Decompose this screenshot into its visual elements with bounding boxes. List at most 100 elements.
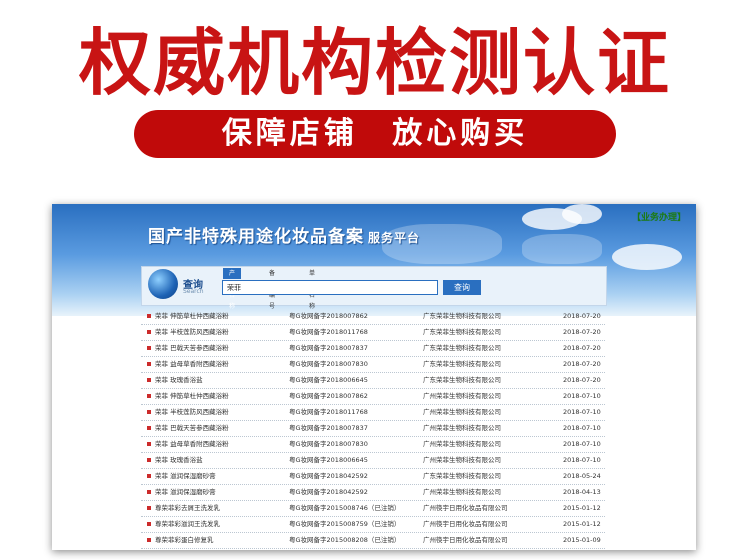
result-code: 粤G妆网备字2018011768 (289, 328, 368, 336)
bullet-icon (147, 458, 151, 462)
platform-title-sub: 服务平台 (368, 231, 421, 245)
result-company: 广东荣菲生物科技有限公司 (423, 344, 501, 352)
result-name[interactable]: 荣菲 玫瑰香浴盐 (155, 452, 203, 468)
result-code: 粤G妆网备字2018007830 (289, 440, 368, 448)
search-input[interactable]: 荣菲 (222, 280, 438, 295)
result-name[interactable]: 荣菲 玫瑰香浴盐 (155, 372, 203, 388)
result-name[interactable]: 荣菲 滋润保湿磨砂膏 (155, 468, 216, 484)
result-date: 2018-07-20 (563, 328, 601, 336)
headline: 权威机构检测认证 (78, 21, 671, 105)
business-link[interactable]: 【业务办理】 (632, 210, 686, 223)
result-company: 广州荣菲生物科技有限公司 (423, 456, 501, 464)
result-row[interactable]: 荣菲 滋润保湿磨砂膏 粤G妆网备字2018042592 广州荣菲生物科技有限公司 20… (141, 484, 605, 501)
result-company: 广东荣菲生物科技有限公司 (423, 376, 501, 384)
result-row[interactable]: 荣菲 益母草香附西藏浴粉 粤G妆网备字2018007830 广州荣菲生物科技有限公司… (141, 436, 605, 453)
platform-title-main: 国产非特殊用途化妆品备案 (148, 227, 364, 247)
bullet-icon (147, 394, 151, 398)
platform-title: 国产非特殊用途化妆品备案 服务平台 (148, 222, 420, 247)
result-name[interactable]: 荣菲 伸筋草杜仲西藏浴粉 (155, 388, 229, 404)
bullet-icon (147, 330, 151, 334)
result-date: 2018-07-20 (563, 312, 601, 320)
result-date: 2018-07-10 (563, 408, 601, 416)
result-company: 广东荣菲生物科技有限公司 (423, 312, 501, 320)
result-company: 广州荣菲生物科技有限公司 (423, 408, 501, 416)
result-code: 粤G妆网备字2018007830 (289, 360, 368, 368)
search-button[interactable]: 查询 (443, 280, 481, 295)
bullet-icon (147, 410, 151, 414)
tab-product-name[interactable]: 产品名称 (223, 268, 242, 310)
result-code: 粤G妆网备字2015008746（已注销） (289, 504, 401, 512)
result-company: 广州筷宇日用化妆品有限公司 (423, 504, 508, 512)
bullet-icon (147, 506, 151, 510)
bullet-icon (147, 442, 151, 446)
result-date: 2018-07-20 (563, 344, 601, 352)
result-date: 2018-07-10 (563, 424, 601, 432)
result-row[interactable]: 尊荣菲彩蛋白修复乳 粤G妆网备字2015008208（已注销） 广州筷宇日用化妆品有… (141, 532, 605, 549)
result-row[interactable]: 荣菲 巴戟天苦参西藏浴粉 粤G妆网备字2018007837 广州荣菲生物科技有限公司… (141, 420, 605, 437)
search-sub-label: Search (183, 288, 204, 295)
slogan-left: 保障店铺 (221, 116, 358, 151)
bullet-icon (147, 346, 151, 350)
result-company: 广东荣菲生物科技有限公司 (423, 328, 501, 336)
result-company: 广州筷宇日用化妆品有限公司 (423, 520, 508, 528)
result-row[interactable]: 尊荣菲彩去屑王洗发乳 粤G妆网备字2015008746（已注销） 广州筷宇日用化妆品… (141, 500, 605, 517)
result-name[interactable]: 荣菲 巴戟天苦参西藏浴粉 (155, 340, 229, 356)
result-row[interactable]: 荣菲 半枝莲防风西藏浴粉 粤G妆网备字2018011768 广州荣菲生物科技有限公司… (141, 404, 605, 421)
result-date: 2018-07-20 (563, 360, 601, 368)
result-row[interactable]: 荣菲 益母草香附西藏浴粉 粤G妆网备字2018007830 广东荣菲生物科技有限公司… (141, 356, 605, 373)
result-code: 粤G妆网备字2018007837 (289, 344, 368, 352)
result-company: 广州荣菲生物科技有限公司 (423, 392, 501, 400)
tab-record-number[interactable]: 备案编号 (263, 268, 281, 310)
screenshot-frame: 国产非特殊用途化妆品备案服务平台 【业务办理】 查询 Search 产品名称 备… (52, 204, 696, 550)
result-row[interactable]: 荣菲 伸筋草杜仲西藏浴粉 粤G妆网备字2018007862 广东荣菲生物科技有限公司… (141, 308, 605, 325)
result-name[interactable]: 荣菲 益母草香附西藏浴粉 (155, 436, 229, 452)
result-name[interactable]: 荣菲 滋润保湿磨砂膏 (155, 484, 216, 500)
result-name[interactable]: 荣菲 巴戟天苦参西藏浴粉 (155, 420, 229, 436)
result-company: 广东荣菲生物科技有限公司 (423, 472, 501, 480)
result-date: 2015-01-12 (563, 520, 601, 528)
slogan-pill: 保障店铺 放心购买 (134, 110, 616, 158)
result-date: 2015-01-09 (563, 536, 601, 544)
globe-icon (148, 269, 178, 299)
result-row[interactable]: 荣菲 伸筋草杜仲西藏浴粉 粤G妆网备字2018007862 广州荣菲生物科技有限公司… (141, 388, 605, 405)
result-row[interactable]: 荣菲 玫瑰香浴盐 粤G妆网备字2018006645 广东荣菲生物科技有限公司 2018… (141, 372, 605, 389)
result-row[interactable]: 荣菲 滋润保湿磨砂膏 粤G妆网备字2018042592 广东荣菲生物科技有限公司 20… (141, 468, 605, 485)
tab-company-name[interactable]: 单位名称 (303, 268, 321, 310)
result-date: 2018-07-10 (563, 392, 601, 400)
result-code: 粤G妆网备字2018007862 (289, 392, 368, 400)
result-date: 2018-07-10 (563, 440, 601, 448)
result-code: 粤G妆网备字2015008208（已注销） (289, 536, 401, 544)
result-row[interactable]: 荣菲 巴戟天苦参西藏浴粉 粤G妆网备字2018007837 广东荣菲生物科技有限公司… (141, 340, 605, 357)
bullet-icon (147, 314, 151, 318)
result-company: 广东荣菲生物科技有限公司 (423, 360, 501, 368)
result-name[interactable]: 尊荣菲彩去屑王洗发乳 (155, 500, 220, 516)
result-code: 粤G妆网备字2018042592 (289, 488, 368, 496)
result-row[interactable]: 荣菲 玫瑰香浴盐 粤G妆网备字2018006645 广州荣菲生物科技有限公司 2018… (141, 452, 605, 469)
result-date: 2015-01-12 (563, 504, 601, 512)
result-row[interactable]: 尊荣菲彩滋润王洗发乳 粤G妆网备字2015008759（已注销） 广州筷宇日用化妆品… (141, 516, 605, 533)
result-name[interactable]: 荣菲 益母草香附西藏浴粉 (155, 356, 229, 372)
result-name[interactable]: 尊荣菲彩蛋白修复乳 (155, 532, 214, 548)
result-row[interactable]: 荣菲 半枝莲防风西藏浴粉 粤G妆网备字2018011768 广东荣菲生物科技有限公司… (141, 324, 605, 341)
bullet-icon (147, 426, 151, 430)
bullet-icon (147, 522, 151, 526)
result-code: 粤G妆网备字2018042592 (289, 472, 368, 480)
result-name[interactable]: 荣菲 半枝莲防风西藏浴粉 (155, 324, 229, 340)
bullet-icon (147, 378, 151, 382)
result-code: 粤G妆网备字2018011768 (289, 408, 368, 416)
result-code: 粤G妆网备字2018006645 (289, 456, 368, 464)
result-name[interactable]: 荣菲 伸筋草杜仲西藏浴粉 (155, 308, 229, 324)
result-date: 2018-04-13 (563, 488, 601, 496)
result-name[interactable]: 尊荣菲彩滋润王洗发乳 (155, 516, 220, 532)
result-date: 2018-05-24 (563, 472, 601, 480)
result-company: 广州荣菲生物科技有限公司 (423, 440, 501, 448)
result-date: 2018-07-10 (563, 456, 601, 464)
result-code: 粤G妆网备字2018007862 (289, 312, 368, 320)
result-code: 粤G妆网备字2018007837 (289, 424, 368, 432)
bullet-icon (147, 538, 151, 542)
result-company: 广州荣菲生物科技有限公司 (423, 488, 501, 496)
bullet-icon (147, 362, 151, 366)
result-name[interactable]: 荣菲 半枝莲防风西藏浴粉 (155, 404, 229, 420)
bullet-icon (147, 490, 151, 494)
result-code: 粤G妆网备字2015008759（已注销） (289, 520, 401, 528)
